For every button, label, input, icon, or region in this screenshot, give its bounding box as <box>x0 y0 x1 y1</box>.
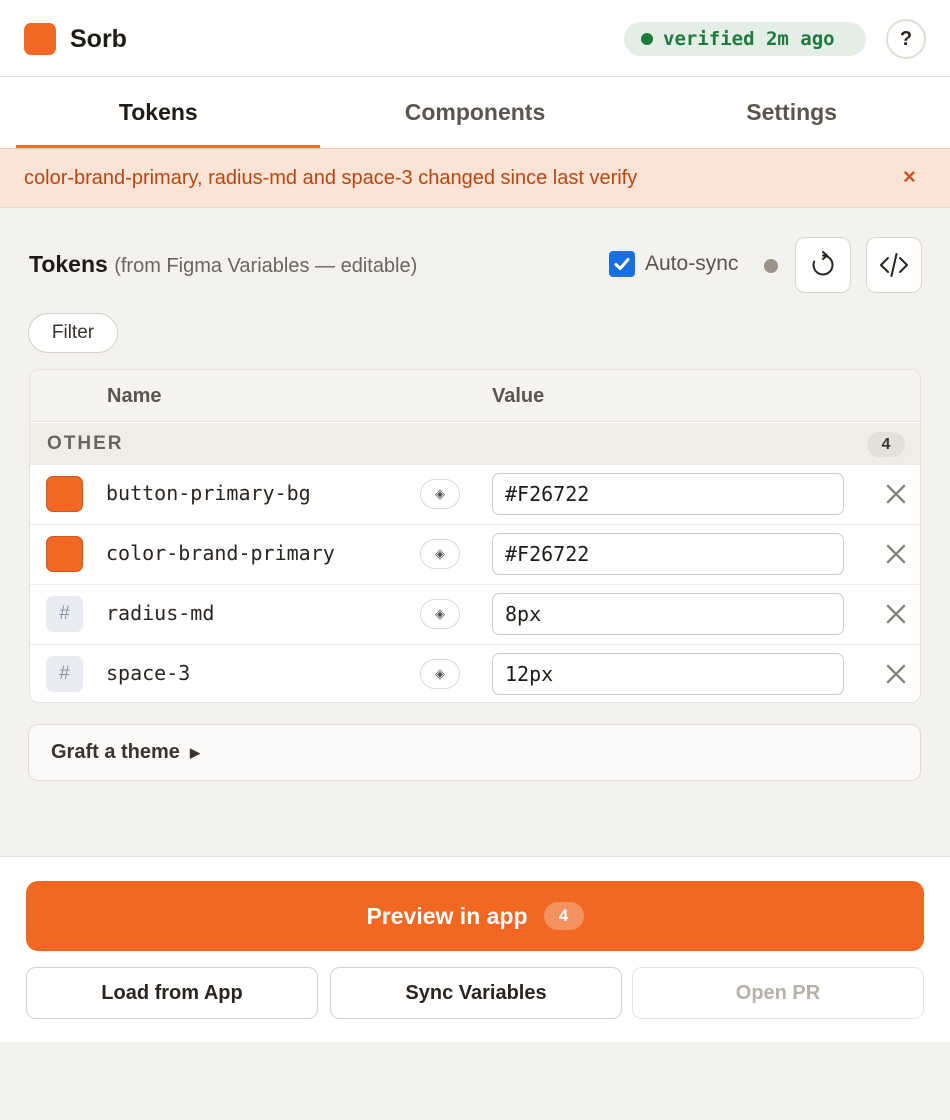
table-row: # radius-md ◈ 8px <box>30 585 920 645</box>
tab-bar: Tokens Components Settings <box>0 77 950 148</box>
status-dot-icon <box>641 33 653 45</box>
alias-link-button[interactable]: ◈ <box>420 599 460 629</box>
tab-components[interactable]: Components <box>317 77 634 148</box>
token-name: color-brand-primary <box>106 541 335 565</box>
autosync-toggle[interactable]: Auto-sync <box>609 250 738 278</box>
graft-theme-label: Graft a theme <box>51 741 180 763</box>
filter-button[interactable]: Filter <box>28 313 118 353</box>
help-button[interactable]: ? <box>886 19 926 59</box>
tab-tokens[interactable]: Tokens <box>0 77 320 148</box>
tokens-table: Name Value OTHER 4 button-primary-bg ◈ #… <box>29 369 921 703</box>
verified-status-text: verified 2m ago <box>663 28 835 50</box>
footer-actions: Preview in app 4 Load from App Sync Vari… <box>0 856 950 1042</box>
preview-label: Preview in app <box>366 902 528 929</box>
section-title: Tokens (from Figma Variables — editable) <box>29 250 417 280</box>
section-title-subtitle: (from Figma Variables — editable) <box>114 255 418 277</box>
refresh-icon <box>812 251 834 276</box>
table-row: # space-3 ◈ 12px <box>30 645 920 702</box>
token-value-input[interactable]: #F26722 <box>492 473 844 515</box>
tab-settings[interactable]: Settings <box>633 77 950 148</box>
number-type-icon: # <box>46 596 83 632</box>
delete-token-icon[interactable] <box>883 481 909 507</box>
column-header-name: Name <box>107 385 162 407</box>
table-header: Name Value <box>30 370 920 422</box>
delete-token-icon[interactable] <box>883 601 909 627</box>
delete-token-icon[interactable] <box>883 541 909 567</box>
column-header-value: Value <box>492 385 545 407</box>
preview-in-app-button[interactable]: Preview in app 4 <box>26 881 924 951</box>
alert-close-icon[interactable]: × <box>903 164 916 190</box>
token-value-input[interactable]: #F26722 <box>492 533 844 575</box>
autosync-checkbox[interactable] <box>609 251 635 277</box>
color-swatch[interactable] <box>46 536 83 572</box>
header: Sorb verified 2m ago ? <box>0 0 950 77</box>
code-view-button[interactable] <box>866 237 922 293</box>
sync-status-dot-icon <box>764 259 778 273</box>
alert-message: color-brand-primary, radius-md and space… <box>24 166 638 189</box>
checkmark-icon <box>614 258 630 270</box>
token-value-input[interactable]: 12px <box>492 653 844 695</box>
delete-token-icon[interactable] <box>883 661 909 687</box>
logo <box>24 23 56 55</box>
table-row: button-primary-bg ◈ #F26722 <box>30 465 920 525</box>
preview-count-badge: 4 <box>543 902 584 930</box>
caret-right-icon: ▶ <box>189 744 200 760</box>
number-type-icon: # <box>46 656 83 692</box>
alias-link-button[interactable]: ◈ <box>420 479 460 509</box>
sync-variables-button[interactable]: Sync Variables <box>330 967 622 1019</box>
token-name: space-3 <box>106 661 191 685</box>
verified-status-badge: verified 2m ago <box>624 22 866 56</box>
group-header-other[interactable]: OTHER 4 <box>30 423 920 465</box>
load-from-app-button[interactable]: Load from App <box>26 967 318 1019</box>
open-pr-button[interactable]: Open PR <box>632 967 924 1019</box>
refresh-button[interactable] <box>795 237 851 293</box>
token-value-input[interactable]: 8px <box>492 593 844 635</box>
section-title-main: Tokens <box>29 251 108 277</box>
group-count-badge: 4 <box>867 432 905 457</box>
table-row: color-brand-primary ◈ #F26722 <box>30 525 920 585</box>
alias-link-button[interactable]: ◈ <box>420 539 460 569</box>
color-swatch[interactable] <box>46 476 83 512</box>
alias-link-button[interactable]: ◈ <box>420 659 460 689</box>
graft-theme-disclosure[interactable]: Graft a theme ▶ <box>28 724 921 781</box>
change-alert-banner: color-brand-primary, radius-md and space… <box>0 148 950 208</box>
token-name: radius-md <box>106 601 215 625</box>
token-name: button-primary-bg <box>106 481 311 505</box>
group-label: OTHER <box>47 433 124 454</box>
app-name: Sorb <box>70 25 127 53</box>
code-icon <box>880 253 908 277</box>
autosync-label: Auto-sync <box>645 252 739 275</box>
